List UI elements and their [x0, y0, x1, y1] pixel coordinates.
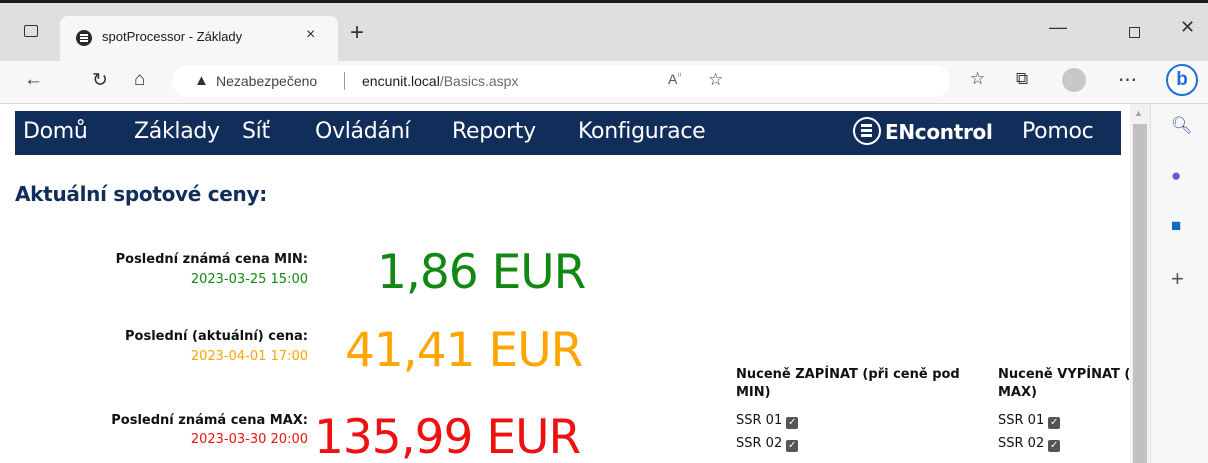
- min-price-date: 2023-03-25 15:00: [190, 272, 308, 287]
- minimize-button[interactable]: —: [1049, 17, 1067, 38]
- min-price-value: 1,86 EUR: [377, 245, 586, 300]
- force-on-ssr02: SSR 02 ✓: [736, 436, 799, 452]
- current-price-value: 41,41 EUR: [345, 323, 583, 378]
- nav-reports[interactable]: Reporty: [452, 119, 536, 144]
- refresh-icon[interactable]: ↻: [92, 69, 108, 92]
- maximize-button[interactable]: [1129, 27, 1140, 38]
- window-close-button[interactable]: ✕: [1180, 17, 1195, 38]
- site-navbar: Domů Základy Síť Ovládání Reporty Konfig…: [15, 111, 1121, 155]
- force-on-heading-line1: Nuceně ZAPÍNAT (při ceně pod: [736, 367, 960, 382]
- force-on-heading-line2: MIN): [736, 385, 771, 400]
- encontrol-logo-icon: [853, 117, 881, 145]
- force-off-ssr02-label: SSR 02: [998, 436, 1045, 451]
- force-off-heading: Nuceně VYPÍNAT (při ceně n MAX): [998, 366, 1130, 402]
- max-price-label: Poslední známá cena MAX:: [111, 413, 308, 428]
- nav-home[interactable]: Domů: [23, 119, 88, 144]
- browser-tab[interactable]: spotProcessor - Základy ×: [60, 16, 338, 64]
- collections-icon[interactable]: ⧉: [1016, 69, 1028, 89]
- browser-toolbar: ← ↻ ⌂ ▲ Nezabezpečeno encunit.local/Basi…: [0, 61, 1208, 104]
- page-scrollbar[interactable]: ▲: [1130, 104, 1150, 463]
- home-icon[interactable]: ⌂: [134, 69, 145, 91]
- scroll-up-icon[interactable]: ▲: [1134, 108, 1143, 118]
- address-separator: [344, 72, 345, 90]
- tab-close-icon[interactable]: ×: [306, 26, 315, 44]
- force-off-heading-line1: Nuceně VYPÍNAT (při ceně n: [998, 367, 1130, 382]
- force-on-ssr01-checkbox[interactable]: ✓: [786, 417, 799, 429]
- current-price-date: 2023-04-01 17:00: [190, 349, 308, 364]
- read-aloud-icon[interactable]: A⁾⁾: [668, 71, 681, 87]
- brand-logo-text[interactable]: ENcontrol: [885, 120, 993, 144]
- security-status[interactable]: Nezabezpečeno: [216, 73, 317, 89]
- scroll-thumb[interactable]: [1133, 124, 1147, 463]
- new-tab-button[interactable]: +: [350, 19, 364, 47]
- outlook-icon[interactable]: ■: [1171, 216, 1181, 236]
- address-host: encunit.local: [362, 73, 440, 89]
- page-content: Domů Základy Síť Ovládání Reporty Konfig…: [0, 104, 1130, 463]
- max-price-date: 2023-03-30 20:00: [190, 432, 308, 447]
- favorites-icon[interactable]: ☆: [970, 69, 985, 89]
- add-sidebar-app-icon[interactable]: +: [1171, 266, 1184, 292]
- min-price-label: Poslední známá cena MIN:: [115, 252, 308, 267]
- search-icon[interactable]: 🔍︎: [1171, 116, 1193, 136]
- force-off-ssr01: SSR 01 ✓: [998, 413, 1061, 429]
- favicon-icon: [76, 30, 92, 46]
- force-on-ssr01-label: SSR 01: [736, 413, 783, 428]
- force-off-ssr02-checkbox[interactable]: ✓: [1048, 440, 1061, 452]
- nav-control[interactable]: Ovládání: [315, 119, 410, 144]
- tab-strip: spotProcessor - Základy × + — ✕: [0, 3, 1208, 64]
- back-icon[interactable]: ←: [24, 69, 43, 91]
- more-icon[interactable]: ⋯: [1118, 69, 1137, 92]
- edge-sidebar: 🔍︎ ● ■ +: [1150, 104, 1208, 463]
- force-off-ssr02: SSR 02 ✓: [998, 436, 1061, 452]
- force-on-ssr02-label: SSR 02: [736, 436, 783, 451]
- nav-network[interactable]: Síť: [242, 119, 270, 144]
- force-on-ssr02-checkbox[interactable]: ✓: [786, 440, 799, 452]
- force-on-heading: Nuceně ZAPÍNAT (při ceně pod MIN): [736, 366, 960, 402]
- force-off-ssr01-checkbox[interactable]: ✓: [1048, 417, 1061, 429]
- tab-title: spotProcessor - Základy: [102, 29, 243, 44]
- address-bar[interactable]: ▲ Nezabezpečeno encunit.local/Basics.asp…: [172, 65, 950, 97]
- current-price-label: Poslední (aktuální) cena:: [125, 329, 308, 344]
- nav-help[interactable]: Pomoc: [1022, 119, 1094, 144]
- force-on-ssr01: SSR 01 ✓: [736, 413, 799, 429]
- nav-basics[interactable]: Základy: [134, 119, 220, 144]
- warning-icon: ▲: [194, 72, 209, 89]
- nav-configuration[interactable]: Konfigurace: [578, 119, 706, 144]
- max-price-value: 135,99 EUR: [314, 410, 581, 463]
- address-path: /Basics.aspx: [439, 73, 519, 89]
- add-favorite-icon[interactable]: ☆: [708, 70, 723, 90]
- profile-icon[interactable]: [1062, 68, 1086, 92]
- tab-actions-icon[interactable]: [24, 25, 38, 37]
- address-url[interactable]: encunit.local/Basics.aspx: [362, 73, 518, 89]
- force-off-ssr01-label: SSR 01: [998, 413, 1045, 428]
- page-title: Aktuální spotové ceny:: [15, 182, 267, 206]
- force-off-heading-line2: MAX): [998, 385, 1037, 400]
- copilot-icon[interactable]: ●: [1171, 166, 1181, 186]
- bing-icon[interactable]: b: [1166, 64, 1198, 96]
